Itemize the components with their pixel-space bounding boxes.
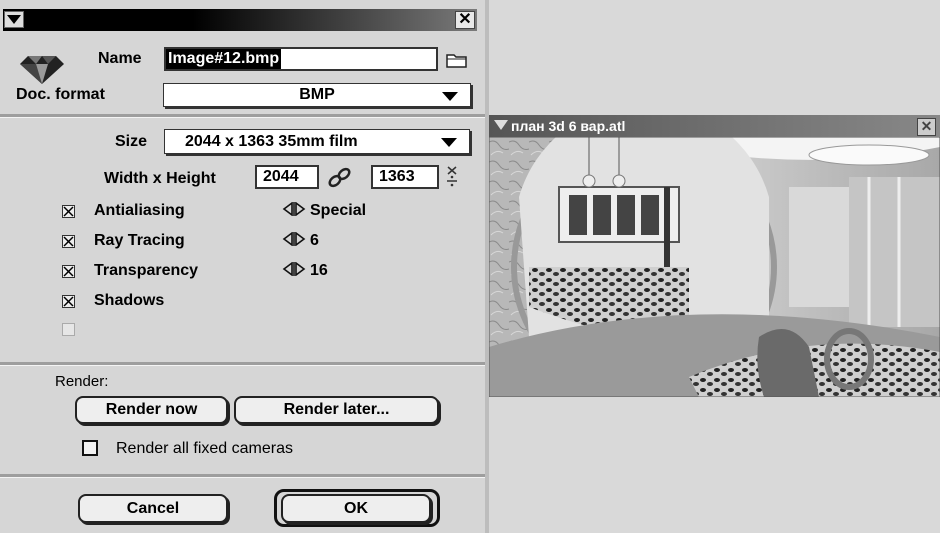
chevron-down-icon [442,92,458,101]
stepper-arrows-icon[interactable] [282,231,306,247]
transparency-checkbox[interactable] [62,265,75,278]
menu-arrow-icon [7,15,21,24]
antialiasing-checkbox[interactable] [62,205,75,218]
gem-icon [20,56,64,84]
height-field[interactable]: 1363 [371,165,439,189]
shadows-label: Shadows [94,292,165,309]
transparency-label: Transparency [94,262,199,279]
transparency-setting: 16 [310,262,328,279]
cancel-button[interactable]: Cancel [78,494,228,523]
swap-dimensions-icon[interactable] [445,165,459,191]
size-value: 2044 x 1363 35mm film [185,133,358,150]
ray-tracing-checkbox[interactable] [62,235,75,248]
transparency-stepper[interactable] [282,261,306,281]
ray-tracing-label: Ray Tracing [94,232,185,249]
name-value: Image#12.bmp [166,49,282,69]
disabled-checkbox [62,323,75,336]
ok-button[interactable]: OK [281,494,431,523]
separator [0,474,485,478]
render-all-cameras-checkbox[interactable] [82,440,98,456]
preview-close-button[interactable]: ✕ [917,118,936,136]
width-height-label: Width x Height [104,170,216,187]
doc-format-select[interactable]: BMP [163,83,471,107]
antialiasing-stepper[interactable] [282,201,306,221]
name-label: Name [98,50,142,67]
width-field[interactable]: 2044 [255,165,319,189]
render-later-button[interactable]: Render later... [234,396,439,424]
ray-tracing-stepper[interactable] [282,231,306,251]
folder-icon[interactable] [446,52,468,68]
doc-format-label: Doc. format [16,86,105,103]
separator [0,362,485,366]
ray-tracing-setting: 6 [310,232,319,249]
render-dialog: ✕ Name Image#12.bmp Doc. format BMP Size… [0,0,489,533]
separator [0,114,485,118]
render-all-cameras-label: Render all fixed cameras [116,440,293,457]
dialog-titlebar[interactable] [3,9,477,31]
render-now-button[interactable]: Render now [75,396,228,424]
render-preview-window: план 3d 6 вар.atl ✕ [489,115,940,397]
antialiasing-label: Antialiasing [94,202,185,219]
window-menu-button[interactable] [4,11,24,28]
dialog-close-button[interactable]: ✕ [455,11,475,29]
preview-titlebar[interactable]: план 3d 6 вар.atl ✕ [489,115,940,137]
preview-title: план 3d 6 вар.atl [511,118,626,134]
stepper-arrows-icon[interactable] [282,261,306,277]
antialiasing-setting: Special [310,202,367,219]
rendered-interior-image [489,137,940,397]
chevron-down-icon [441,138,457,147]
chain-link-icon[interactable] [325,166,355,190]
doc-format-value: BMP [299,86,335,103]
window-menu-icon[interactable] [494,120,508,130]
stepper-arrows-icon[interactable] [282,201,306,217]
size-select[interactable]: 2044 x 1363 35mm film [164,129,470,154]
name-field[interactable]: Image#12.bmp [164,47,438,71]
shadows-checkbox[interactable] [62,295,75,308]
size-label: Size [115,133,148,150]
render-label: Render: [55,373,109,390]
